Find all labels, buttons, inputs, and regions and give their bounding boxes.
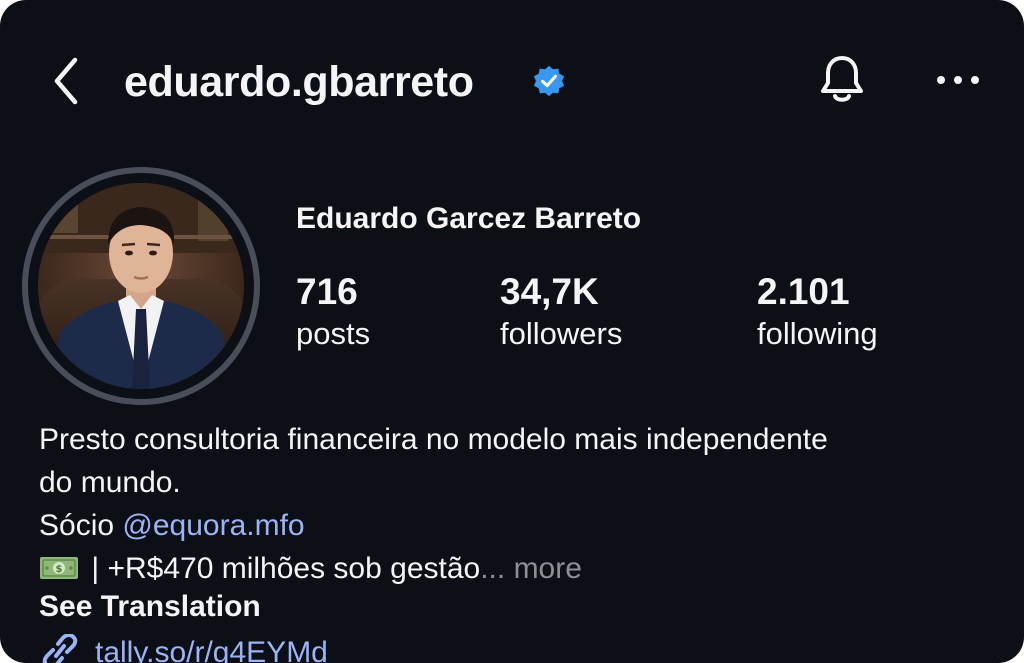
profile-screen: eduardo.gbarreto Eduardo Garcez Barreto …	[0, 0, 1024, 663]
posts-stat[interactable]: 716 posts	[296, 270, 370, 354]
svg-text:$: $	[56, 564, 63, 575]
bio-line-2: do mundo.	[39, 466, 181, 499]
profile-photo	[38, 183, 244, 389]
profile-username: eduardo.gbarreto	[124, 58, 474, 106]
money-bill-emoji-icon: $	[40, 557, 78, 579]
ellipsis-icon	[937, 76, 979, 84]
followers-stat[interactable]: 34,7K followers	[500, 270, 622, 354]
bio-link-text[interactable]: tally.so/r/g4EYMd	[95, 636, 328, 663]
profile-bio: Presto consultoria financeira no modelo …	[39, 418, 989, 590]
avatar[interactable]	[22, 167, 260, 405]
bio-partner-line: Sócio @equora.mfo	[39, 504, 989, 547]
posts-label: posts	[296, 316, 371, 351]
followers-count: 34,7K	[500, 271, 599, 312]
bio-more-button[interactable]: more	[505, 552, 582, 585]
following-count: 2.101	[757, 271, 850, 312]
bio-partner-prefix: Sócio	[39, 509, 123, 542]
see-translation-button[interactable]: See Translation	[39, 590, 261, 624]
chevron-left-icon	[54, 57, 78, 105]
profile-full-name: Eduardo Garcez Barreto	[296, 202, 642, 235]
partner-mention-link[interactable]: @equora.mfo	[122, 509, 304, 542]
avatar-ring-gap	[28, 173, 254, 399]
bio-aum-line: $ | +R$470 milhões sob gestão... more	[39, 547, 989, 590]
link-chain-icon	[42, 634, 78, 663]
notifications-button[interactable]	[816, 52, 868, 108]
more-options-button[interactable]	[930, 60, 986, 100]
bio-line-1: Presto consultoria financeira no modelo …	[39, 423, 828, 456]
following-label: following	[757, 316, 878, 351]
verified-badge-icon	[533, 65, 565, 97]
bio-ellipsis: ...	[480, 552, 506, 585]
followers-label: followers	[500, 316, 623, 351]
posts-count: 716	[296, 271, 358, 312]
following-stat[interactable]: 2.101 following	[757, 270, 878, 354]
bio-external-link[interactable]: tally.so/r/g4EYMd	[39, 634, 328, 663]
back-button[interactable]	[46, 54, 86, 108]
bio-aum-text: | +R$470 milhões sob gestão	[83, 552, 481, 585]
bell-icon	[821, 56, 863, 102]
